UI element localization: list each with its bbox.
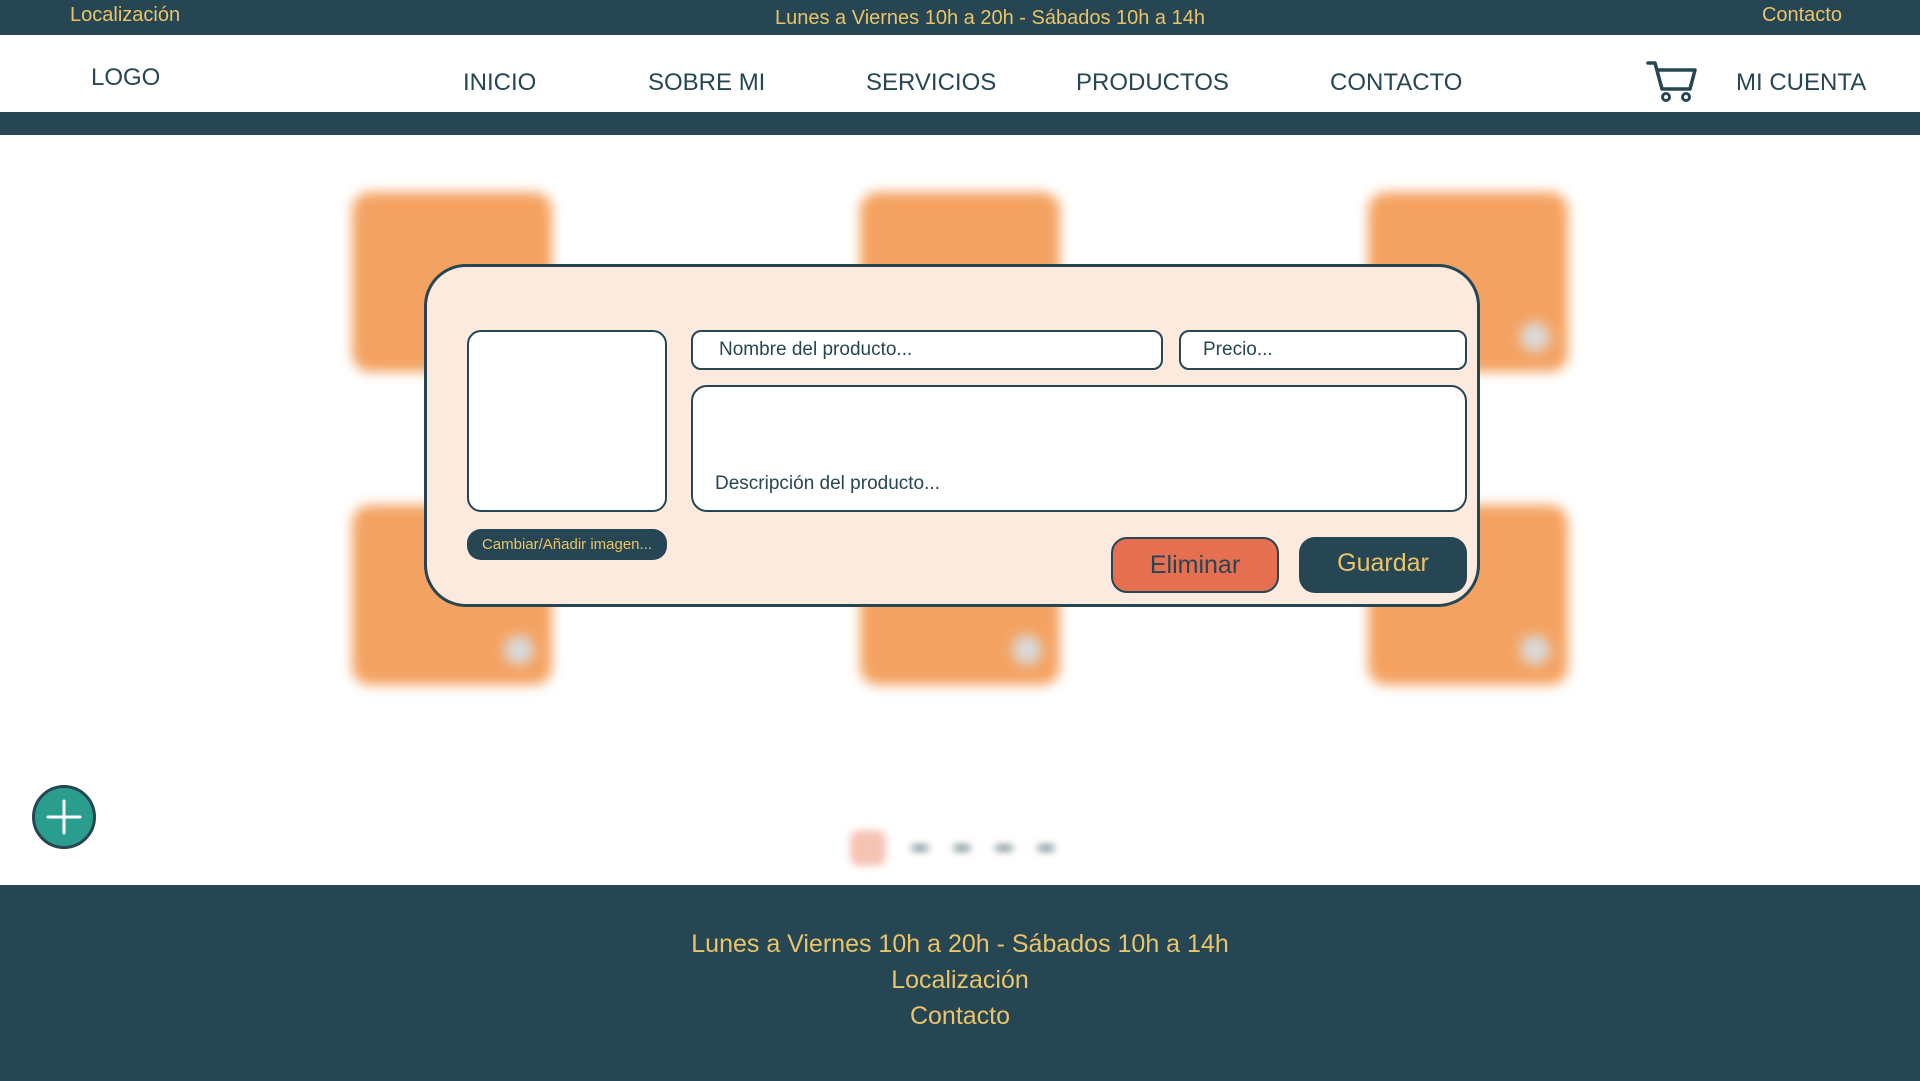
favorite-icon (1012, 635, 1042, 665)
page-current (850, 830, 886, 866)
footer: Lunes a Viernes 10h a 20h - Sábados 10h … (0, 885, 1920, 1081)
change-image-button[interactable]: Cambiar/Añadir imagen... (467, 529, 667, 560)
nav-item-contacto[interactable]: CONTACTO (1330, 69, 1462, 97)
product-image-preview (467, 330, 667, 512)
product-price-input[interactable] (1179, 330, 1467, 370)
delete-button[interactable]: Eliminar (1111, 537, 1279, 593)
main-nav: LOGO INICIO SOBRE MI SERVICIOS PRODUCTOS… (0, 35, 1920, 112)
logo[interactable]: LOGO (91, 64, 160, 92)
topbar-contact-link[interactable]: Contacto (1762, 5, 1842, 25)
nav-item-sobre-mi[interactable]: SOBRE MI (648, 69, 765, 97)
product-name-input[interactable] (691, 330, 1163, 370)
page-link (954, 846, 970, 850)
nav-item-inicio[interactable]: INICIO (463, 69, 536, 97)
page-link (912, 846, 928, 850)
nav-item-servicios[interactable]: SERVICIOS (866, 69, 996, 97)
nav-item-productos[interactable]: PRODUCTOS (1076, 69, 1229, 97)
footer-contact-link[interactable]: Contacto (0, 998, 1920, 1034)
account-link[interactable]: MI CUENTA (1736, 69, 1866, 97)
page-link (996, 846, 1012, 850)
top-info-bar: Localización Lunes a Viernes 10h a 20h -… (0, 0, 1920, 35)
footer-location-link[interactable]: Localización (0, 962, 1920, 998)
plus-icon (46, 799, 82, 835)
add-product-button[interactable] (32, 785, 96, 849)
footer-hours: Lunes a Viernes 10h a 20h - Sábados 10h … (691, 930, 1229, 958)
favorite-icon (504, 635, 534, 665)
topbar-hours: Lunes a Viernes 10h a 20h - Sábados 10h … (775, 7, 1205, 29)
pagination (850, 828, 1054, 868)
favorite-icon (1520, 322, 1550, 352)
save-button[interactable]: Guardar (1299, 537, 1467, 593)
edit-product-modal: Cambiar/Añadir imagen... Eliminar Guarda… (424, 264, 1480, 607)
cart-icon[interactable] (1646, 59, 1698, 103)
product-description-input[interactable] (691, 385, 1467, 512)
page-link (1038, 846, 1054, 850)
favorite-icon (1520, 635, 1550, 665)
nav-divider (0, 112, 1920, 135)
